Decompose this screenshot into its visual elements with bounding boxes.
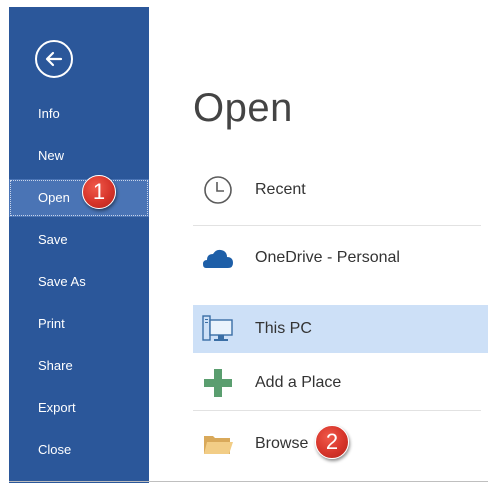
nav-item-info[interactable]: Info (9, 95, 149, 133)
nav-item-print[interactable]: Print (9, 305, 149, 343)
step-1-callout: 1 (82, 175, 116, 209)
open-location-this-pc[interactable]: This PC (193, 305, 488, 353)
nav-item-close[interactable]: Close (9, 431, 149, 469)
open-location-onedrive[interactable]: OneDrive - Personal (193, 234, 488, 282)
folder-icon (204, 436, 233, 454)
open-location-label: Add a Place (255, 374, 342, 391)
open-location-recent[interactable]: Recent (193, 166, 488, 214)
step-2-callout: 2 (315, 425, 349, 459)
computer-icon (202, 315, 233, 341)
open-location-label: Browse (255, 435, 309, 452)
nav-item-new[interactable]: New (9, 137, 149, 175)
open-location-label: OneDrive - Personal (255, 249, 400, 266)
nav-item-share[interactable]: Share (9, 347, 149, 385)
back-arrow-icon (45, 51, 63, 67)
open-location-label: This PC (255, 320, 312, 337)
back-button[interactable] (35, 40, 73, 78)
clock-icon (204, 176, 232, 204)
cloud-icon (203, 249, 233, 268)
divider (193, 410, 481, 411)
nav-item-save[interactable]: Save (9, 221, 149, 259)
nav-item-save-as[interactable]: Save As (9, 263, 149, 301)
nav-item-open[interactable]: Open (9, 179, 149, 217)
divider (193, 225, 481, 226)
open-location-label: Recent (255, 181, 306, 198)
nav-item-export[interactable]: Export (9, 389, 149, 427)
backstage-sidebar: Info New Open Save Save As Print Share E… (9, 7, 149, 483)
bottom-border (9, 481, 488, 482)
plus-icon (204, 369, 232, 397)
open-location-add-place[interactable]: Add a Place (193, 359, 488, 407)
page-title: Open (193, 86, 293, 130)
